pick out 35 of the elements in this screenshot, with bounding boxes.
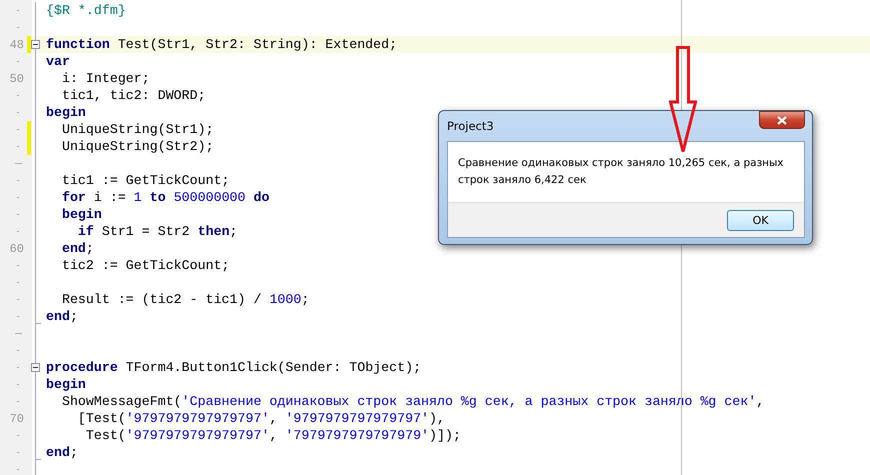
window-title: Project3 [447, 119, 494, 133]
gutter-dash [15, 163, 22, 164]
code-line: UniqueString(Str2); [60, 138, 214, 155]
line-number: 50 [10, 72, 24, 86]
code-line: begin [46, 104, 86, 121]
code-line: end; [46, 308, 78, 325]
code-line: end; [46, 444, 78, 461]
code-line: tic2 := GetTickCount; [60, 257, 230, 274]
code-line: ShowMessageFmt('Сравнение одинаковых строк заняло %g сек, а разных строк заняло %g сек', [60, 393, 764, 410]
line-number: 60 [10, 242, 24, 256]
code-line: for i := 1 to 500000000 do [60, 189, 270, 206]
code-line: var [46, 53, 70, 70]
code-line: UniqueString(Str1); [60, 121, 214, 138]
code-line: procedure TForm4.Button1Click(Sender: TObject); [46, 359, 422, 376]
code-line: tic1 := GetTickCount; [60, 172, 230, 189]
code-line: Result := (tic2 - tic1) / 1000; [60, 291, 310, 308]
code-line: if Str1 = Str2 then; [76, 223, 238, 240]
code-line: Test('9797979797979797', '7979797979797979')]); [84, 427, 461, 444]
ok-button[interactable]: OK [727, 210, 794, 230]
code-line: [Test('9797979797979797', '9797979797979797'), [76, 410, 446, 427]
gutter-dash [15, 333, 22, 334]
line-number: 70 [10, 412, 24, 426]
collapse-icon[interactable] [31, 40, 40, 49]
code-line: begin [60, 206, 102, 223]
code-line: begin [46, 376, 86, 393]
code-line: {$R *.dfm} [46, 2, 126, 19]
collapse-icon[interactable] [31, 363, 40, 372]
message-text: Сравнение одинаковых строк заняло 10,265 сек, а разных строк заняло 6,422 сек [458, 156, 785, 188]
code-line: end; [60, 240, 94, 257]
code-line: function Test(Str1, Str2: String): Extended; [46, 36, 398, 53]
close-button[interactable] [759, 111, 805, 129]
code-line: tic1, tic2: DWORD; [60, 87, 206, 104]
code-line: i: Integer; [60, 70, 150, 87]
close-icon [777, 116, 787, 124]
line-number: 48 [10, 38, 24, 52]
